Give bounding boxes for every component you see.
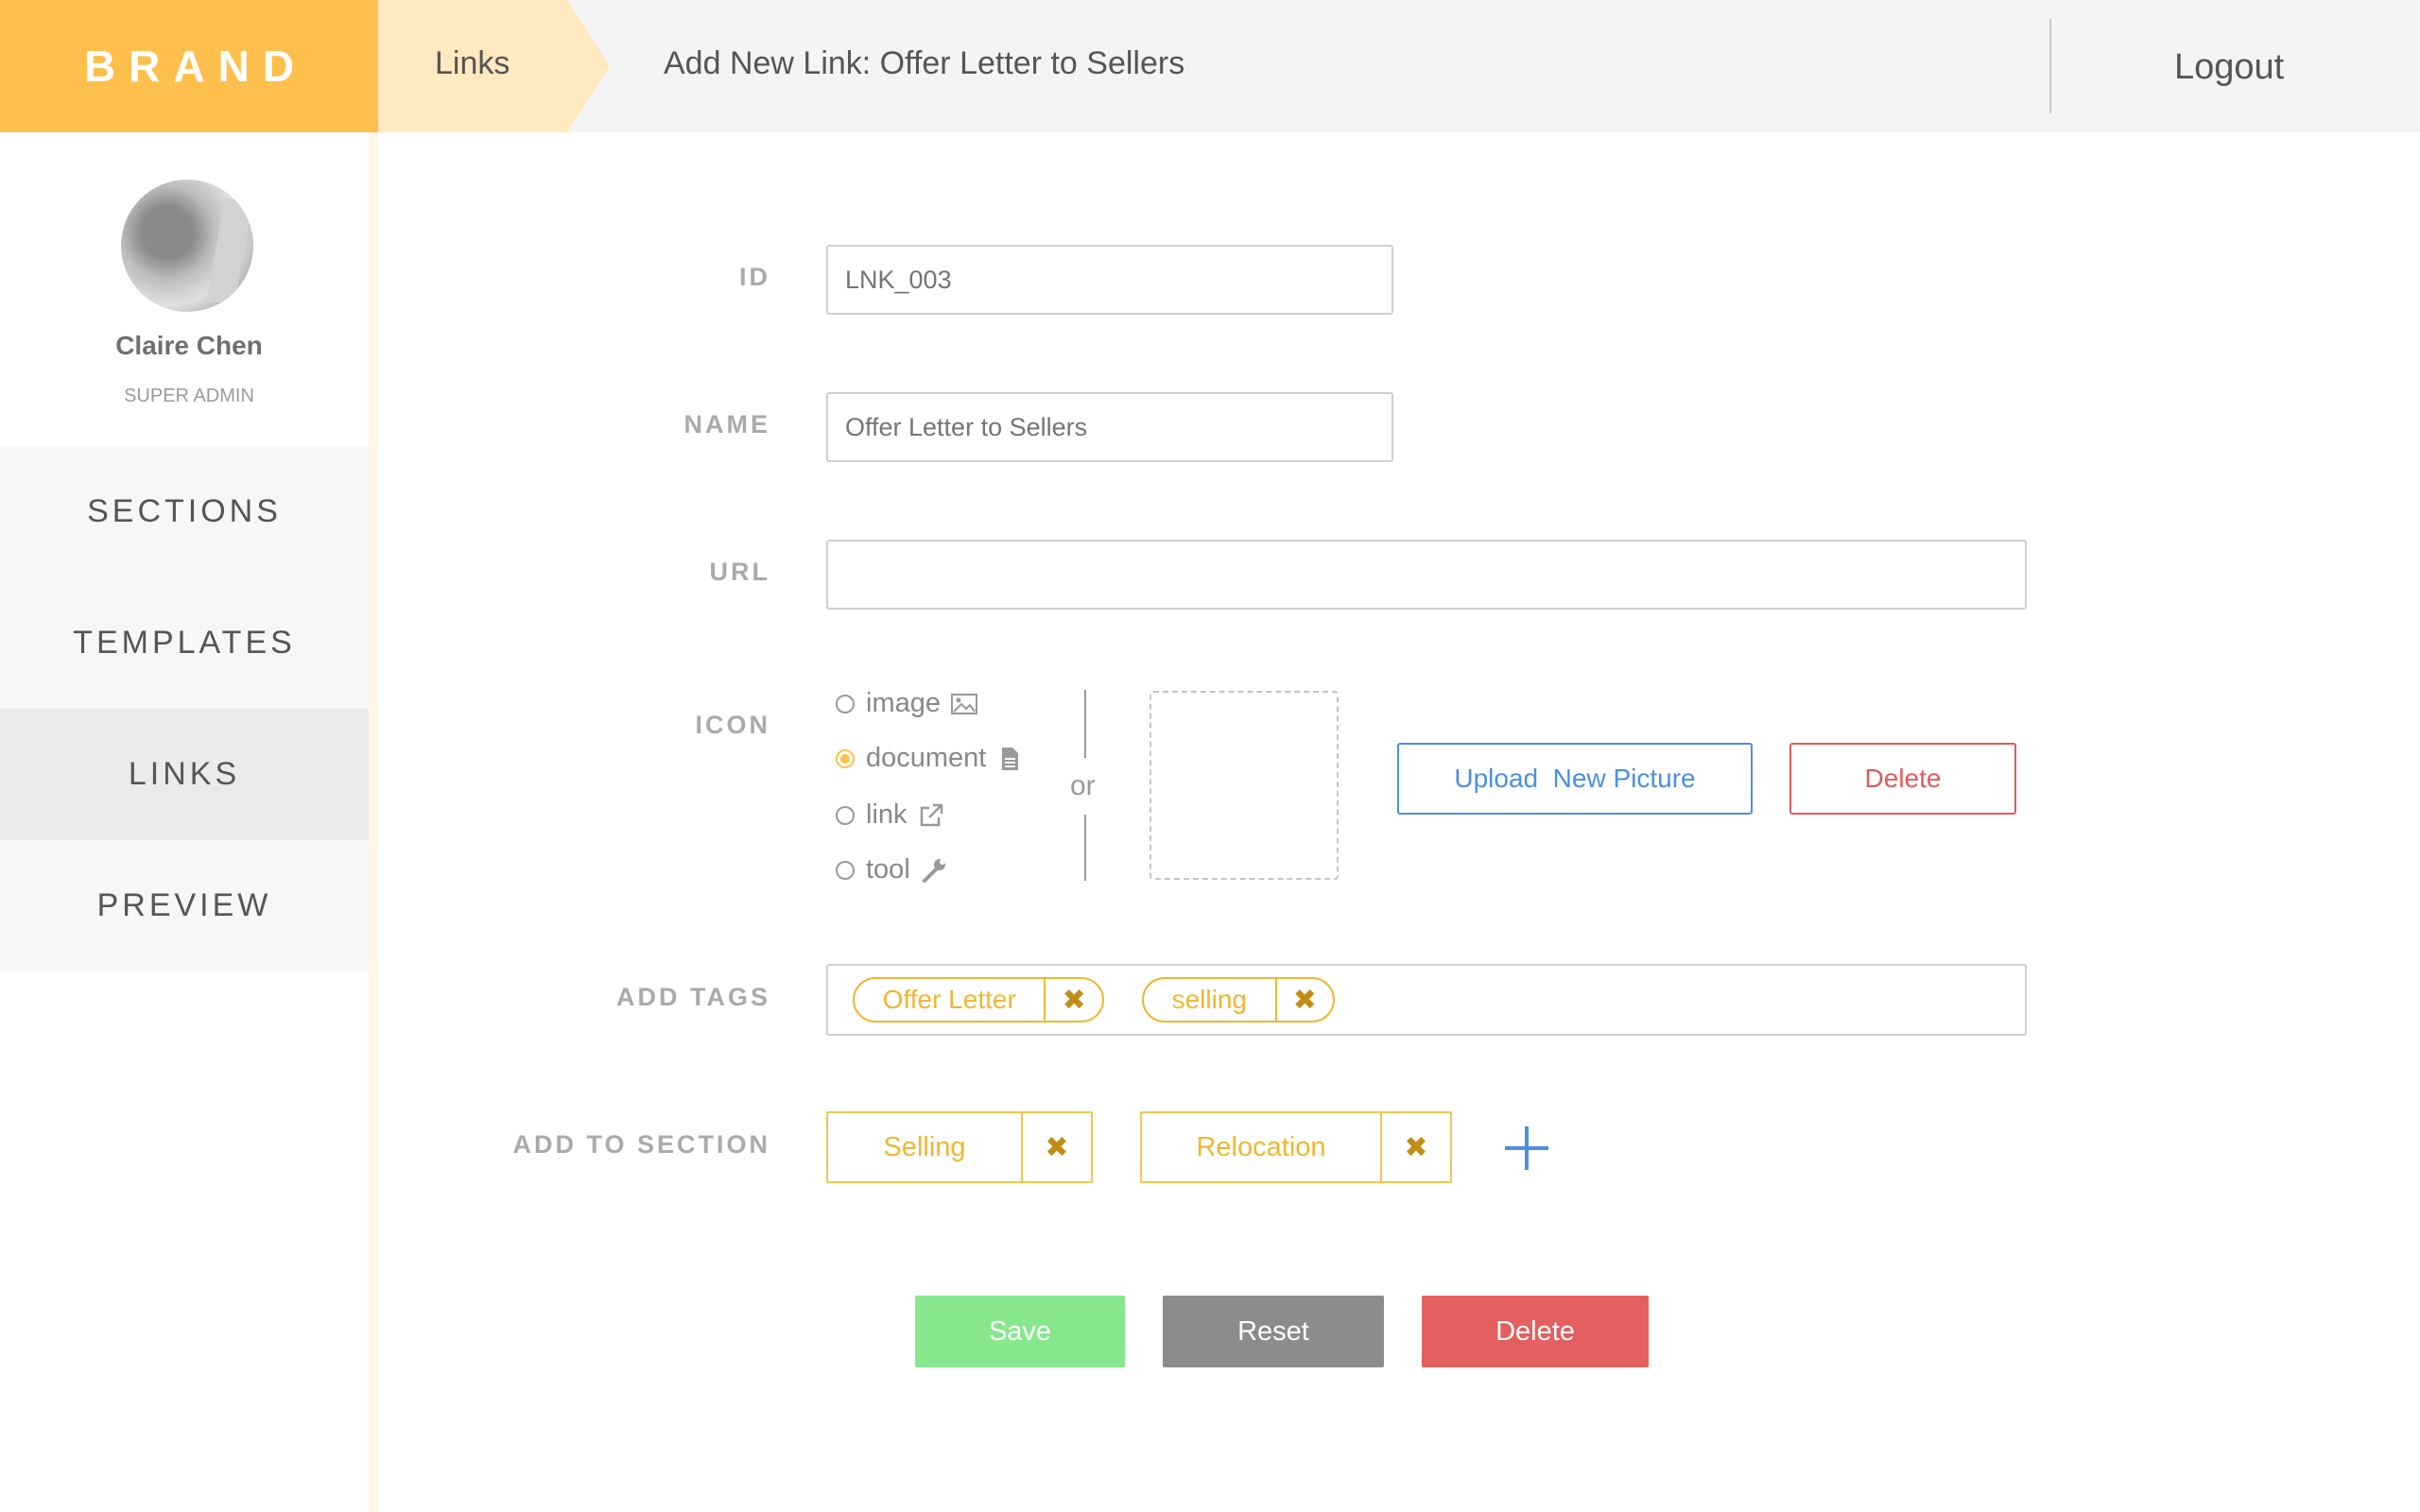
tag-chip: Offer Letter ✖ bbox=[853, 977, 1104, 1022]
section-chip: Relocation ✖ bbox=[1140, 1111, 1452, 1183]
logout-button[interactable]: Logout bbox=[2174, 47, 2284, 88]
icon-option-tool-label: tool bbox=[866, 854, 910, 885]
delete-button[interactable]: Delete bbox=[1422, 1296, 1649, 1367]
save-button[interactable]: Save bbox=[915, 1296, 1125, 1367]
url-input[interactable] bbox=[826, 540, 2027, 610]
tags-label: ADD TAGS bbox=[616, 983, 770, 1011]
icon-option-image-label: image bbox=[866, 688, 941, 718]
section-label: Relocation bbox=[1142, 1113, 1382, 1181]
sidebar-item-preview[interactable]: PREVIEW bbox=[0, 840, 369, 971]
or-text: or bbox=[1070, 770, 1096, 801]
image-icon bbox=[951, 693, 977, 714]
tag-chip: selling ✖ bbox=[1142, 977, 1335, 1022]
icon-option-document-label: document bbox=[866, 743, 987, 773]
id-input[interactable] bbox=[826, 245, 1393, 315]
page-title: Add New Link: Offer Letter to Sellers bbox=[664, 45, 1185, 81]
sidebar-item-templates[interactable]: TEMPLATES bbox=[0, 577, 369, 709]
user-name: Claire Chen bbox=[115, 331, 263, 360]
icon-option-document[interactable]: document bbox=[836, 743, 1024, 774]
add-section-plus-icon[interactable] bbox=[1503, 1125, 1550, 1172]
name-input[interactable] bbox=[826, 392, 1393, 462]
radio-tool[interactable] bbox=[836, 860, 855, 880]
header-divider bbox=[2049, 19, 2051, 113]
avatar bbox=[121, 180, 253, 312]
section-label: Selling bbox=[828, 1113, 1023, 1181]
brand-logo[interactable]: BRAND bbox=[0, 0, 378, 132]
remove-tag-icon[interactable]: ✖ bbox=[1046, 979, 1102, 1021]
sidebar-nav: SECTIONS TEMPLATES LINKS PREVIEW bbox=[0, 446, 378, 971]
document-icon bbox=[1002, 747, 1019, 770]
icon-option-link[interactable]: link bbox=[836, 799, 945, 831]
url-label: URL bbox=[709, 558, 770, 586]
wrench-icon bbox=[922, 858, 945, 883]
breadcrumb-links[interactable]: Links bbox=[435, 45, 510, 82]
sidebar-item-sections[interactable]: SECTIONS bbox=[0, 446, 369, 577]
add-to-section-label: ADD TO SECTION bbox=[512, 1130, 770, 1159]
top-bar: Links Add New Link: Offer Letter to Sell… bbox=[378, 0, 2420, 132]
delete-picture-button[interactable]: Delete bbox=[1789, 743, 2016, 815]
remove-section-icon[interactable]: ✖ bbox=[1382, 1113, 1450, 1181]
reset-button[interactable]: Reset bbox=[1163, 1296, 1384, 1367]
remove-section-icon[interactable]: ✖ bbox=[1023, 1113, 1091, 1181]
or-divider-bottom bbox=[1084, 815, 1086, 881]
radio-document[interactable] bbox=[836, 748, 855, 768]
icon-option-link-label: link bbox=[866, 799, 908, 830]
user-role: SUPER ADMIN bbox=[124, 386, 254, 406]
breadcrumb[interactable]: Links bbox=[378, 0, 610, 132]
radio-link[interactable] bbox=[836, 805, 855, 825]
tag-label: selling bbox=[1144, 979, 1277, 1021]
sidebar-item-links[interactable]: LINKS bbox=[0, 709, 378, 840]
tag-label: Offer Letter bbox=[855, 979, 1046, 1021]
brand-name: BRAND bbox=[83, 42, 308, 91]
section-chip: Selling ✖ bbox=[826, 1111, 1093, 1183]
icon-option-image[interactable]: image bbox=[836, 688, 978, 719]
icon-label: ICON bbox=[695, 711, 770, 739]
name-label: NAME bbox=[683, 410, 770, 438]
remove-tag-icon[interactable]: ✖ bbox=[1277, 979, 1333, 1021]
id-label: ID bbox=[739, 263, 770, 291]
external-link-icon bbox=[920, 803, 942, 826]
or-divider-top bbox=[1084, 690, 1086, 758]
sidebar: Claire Chen SUPER ADMIN SECTIONS TEMPLAT… bbox=[0, 132, 378, 1512]
upload-picture-button[interactable]: Upload New Picture bbox=[1397, 743, 1753, 815]
radio-image[interactable] bbox=[836, 694, 855, 713]
icon-option-tool[interactable]: tool bbox=[836, 854, 948, 885]
sidebar-edge bbox=[369, 132, 378, 1512]
picture-dropzone[interactable] bbox=[1150, 691, 1339, 880]
